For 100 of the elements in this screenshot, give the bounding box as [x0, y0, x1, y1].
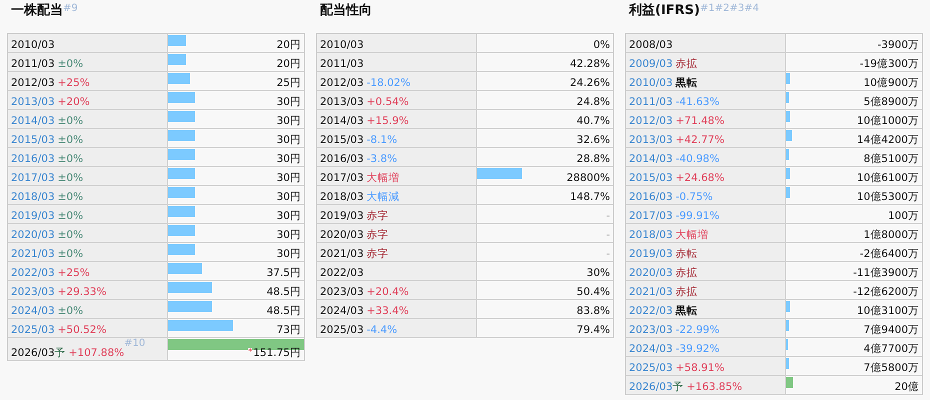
note-link[interactable]: #10	[124, 339, 146, 349]
change-label: +29.33%	[58, 286, 106, 297]
value-label: 30円	[276, 230, 301, 240]
value-label: -	[606, 210, 610, 221]
year-label: 2019/03	[320, 210, 364, 221]
value-label: 20億	[894, 382, 919, 392]
change-label: ±0%	[58, 248, 84, 259]
year-label[interactable]: 2017/03	[11, 172, 55, 183]
value-label: 0%	[593, 40, 610, 50]
value-label: 20円	[276, 40, 301, 50]
year-label[interactable]: 2023/03	[629, 324, 673, 335]
value-label: 5億8900万	[864, 96, 919, 107]
change-label: ±0%	[58, 134, 84, 145]
change-label: 大幅減	[366, 192, 400, 202]
year-label[interactable]: 2010/03	[629, 78, 673, 88]
change-label: 赤転	[676, 248, 698, 259]
value-label: 40.7%	[576, 116, 610, 126]
year-label: 2010/03	[320, 40, 364, 50]
change-label: +24.68%	[676, 172, 724, 183]
year-label[interactable]: 2021/03	[629, 286, 673, 297]
year-label[interactable]: 2018/03	[11, 192, 55, 202]
change-label: -8.1%	[366, 134, 398, 145]
year-label[interactable]: 2016/03	[11, 154, 55, 164]
change-label: +107.88%	[68, 348, 124, 358]
change-label: +58.91%	[676, 362, 724, 373]
year-label[interactable]: 2022/03	[11, 268, 55, 278]
year-label[interactable]: 2023/03	[11, 286, 55, 297]
year-label[interactable]: 2009/03	[629, 58, 673, 69]
change-label: -18.02%	[366, 78, 410, 88]
change-label: 赤字	[366, 248, 389, 259]
year-label[interactable]: 2014/03	[11, 116, 55, 126]
note-link[interactable]: #9	[63, 4, 78, 14]
value-label: 1億8000万	[864, 230, 919, 240]
year-label[interactable]: 2015/03	[11, 134, 55, 145]
value-label: 8億5100万	[864, 154, 919, 164]
year-label[interactable]: 2020/03	[629, 268, 673, 278]
value-label: 7億5800万	[864, 362, 919, 373]
year-label[interactable]: 2017/03	[629, 210, 673, 221]
change-label: ±0%	[58, 306, 84, 316]
value-label: -2億6400万	[860, 248, 919, 259]
value-label: 24.8%	[576, 96, 610, 107]
value-label: 14億4200万	[856, 134, 919, 145]
year-label: 2013/03	[320, 96, 364, 107]
year-label[interactable]: 2025/03	[629, 362, 673, 373]
value-label: 30円	[276, 210, 301, 221]
section-title: 利益(IFRS)	[629, 4, 700, 17]
year-label[interactable]: 2019/03	[629, 248, 673, 259]
change-label: ±0%	[58, 172, 84, 183]
year-label[interactable]: 2012/03	[629, 116, 673, 126]
year-label[interactable]: 2018/03	[629, 230, 673, 240]
value-label: 50.4%	[576, 286, 610, 297]
change-label: +15.9%	[366, 116, 409, 126]
year-label[interactable]: 2025/03	[11, 324, 55, 335]
note-link[interactable]: #1#2#3#4	[700, 4, 759, 14]
change-label: ±0%	[58, 116, 84, 126]
year-label: 2020/03	[320, 230, 364, 240]
year-label: 2023/03	[320, 286, 364, 297]
forecast-label: 予	[54, 348, 66, 358]
value-label: 30円	[276, 134, 301, 145]
value-label: -11億3900万	[853, 268, 919, 278]
change-label: +42.77%	[676, 134, 724, 145]
year-label[interactable]: 2021/03	[11, 248, 55, 259]
year-label: 2011/03	[320, 58, 364, 69]
change-label: ±0%	[58, 58, 84, 69]
year-label[interactable]: 2019/03	[11, 210, 55, 221]
value-label: -19億300万	[860, 58, 919, 69]
value-label: 28.8%	[576, 154, 610, 164]
value-label: 30円	[276, 172, 301, 183]
year-label: 2014/03	[320, 116, 364, 126]
year-label: 2024/03	[320, 306, 364, 316]
year-label[interactable]: 2013/03	[629, 134, 673, 145]
value-label: 30円	[276, 116, 301, 126]
value-label: 30円	[276, 248, 301, 259]
year-label[interactable]: 2013/03	[11, 96, 55, 107]
change-label: +25%	[58, 268, 90, 278]
value-label: 10億5300万	[856, 192, 919, 202]
year-label[interactable]: 2020/03	[11, 230, 55, 240]
year-label[interactable]: 2015/03	[629, 172, 673, 183]
value-label: -	[606, 248, 610, 259]
change-label: ±0%	[58, 154, 84, 164]
year-label[interactable]: 2011/03	[629, 96, 673, 107]
year-label[interactable]: 2024/03	[629, 344, 673, 354]
year-label: 2011/03	[11, 58, 55, 69]
year-label[interactable]: 2022/03	[629, 306, 673, 316]
change-label: +25%	[58, 78, 90, 88]
change-label: 赤字	[366, 230, 389, 240]
year-label[interactable]: 2024/03	[11, 306, 55, 316]
value-label: 37.5円	[266, 268, 301, 278]
value-label: 83.8%	[576, 306, 610, 316]
value-label: 7億9400万	[864, 324, 919, 335]
value-label: -12億6200万	[853, 286, 919, 297]
section-title: 一株配当	[11, 4, 63, 17]
value-label: 30円	[276, 96, 301, 107]
year-label[interactable]: 2026/03	[629, 382, 673, 392]
value-label: 10億900万	[864, 78, 919, 88]
change-label: -4.4%	[366, 324, 398, 335]
year-label: 2012/03	[320, 78, 364, 88]
year-label[interactable]: 2014/03	[629, 154, 673, 164]
change-label: -3.8%	[366, 154, 398, 164]
year-label[interactable]: 2016/03	[629, 192, 673, 202]
